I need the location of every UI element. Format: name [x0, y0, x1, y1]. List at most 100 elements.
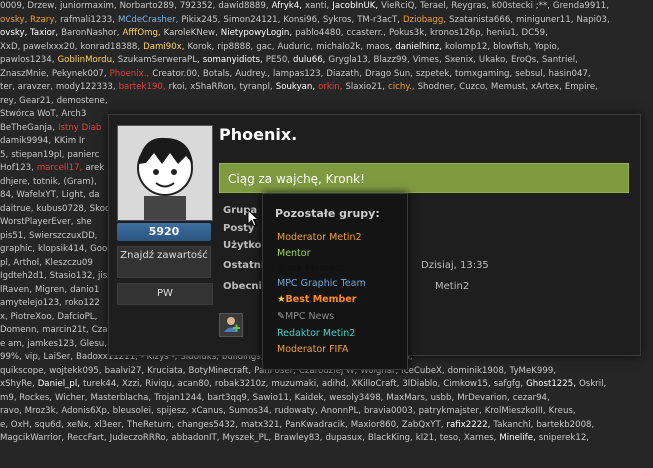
user-link[interactable]: kolomp12, [445, 42, 490, 52]
user-link[interactable]: klopsik414, [38, 244, 87, 254]
user-link[interactable]: Brawley83, [274, 433, 322, 443]
user-link[interactable]: ravo, Mroz3k, [0, 406, 58, 416]
user-link[interactable]: lRaven, [0, 285, 32, 295]
user-link[interactable]: ter, aravzer, [0, 82, 53, 92]
private-message-button[interactable]: PW [117, 283, 213, 305]
user-link[interactable]: Pikix245, [181, 15, 220, 25]
user-link[interactable]: somanyidiots, [203, 55, 263, 65]
user-link[interactable]: rudowaty, [275, 406, 318, 416]
user-link[interactable]: Wicher, [55, 393, 87, 403]
user-link[interactable]: changes5432, [177, 420, 238, 430]
user-link[interactable]: bart3qq9, [207, 393, 249, 403]
user-link[interactable]: 99%, [0, 352, 22, 362]
user-link[interactable]: bravia0003, [364, 406, 416, 416]
user-link[interactable]: Xzzi, [122, 379, 142, 389]
user-link[interactable]: damik9994, [0, 136, 51, 146]
user-link[interactable]: Botals, [203, 69, 232, 79]
user-link[interactable]: dupasux, [325, 433, 364, 443]
user-link[interactable]: VieRciQ, [381, 1, 417, 11]
user-link[interactable]: totnik, [33, 177, 61, 187]
user-link[interactable]: Hof123, [0, 163, 34, 173]
user-link[interactable]: patrykmajster, [419, 406, 482, 416]
user-link[interactable]: squ6d, [35, 420, 64, 430]
user-link[interactable]: pablo4480, [295, 28, 343, 38]
user-link[interactable]: Adonis6Xp, [61, 406, 109, 416]
user-link[interactable]: pawlos1234, [0, 55, 54, 65]
user-link[interactable]: JudeczoRRRo, [110, 433, 169, 443]
user-link[interactable]: cichy., [388, 82, 415, 92]
user-link[interactable]: ZnaszMnie, [0, 69, 49, 79]
user-link[interactable]: Kleszczu09 [45, 258, 93, 268]
user-link[interactable]: Cza [92, 325, 108, 335]
user-link[interactable]: 84, WafelxYT, [0, 190, 59, 200]
user-link[interactable]: Terael, [420, 1, 448, 11]
user-link[interactable]: Empire, [565, 82, 598, 92]
user-link[interactable]: ovsky, Taxior, [0, 28, 58, 38]
user-link[interactable]: Takanchi, [493, 420, 533, 430]
user-link[interactable]: Kruciata, [147, 366, 185, 376]
user-link[interactable]: mody122333, [56, 82, 116, 92]
user-link[interactable]: spijesz, [157, 406, 189, 416]
user-link[interactable]: Shodner, [418, 82, 457, 92]
user-link[interactable]: Light, [62, 190, 86, 200]
user-link[interactable]: SzukamSerweraPL, [118, 55, 200, 65]
user-link[interactable]: Soukyan, [276, 82, 315, 92]
user-link[interactable]: MrDevarion, [457, 393, 510, 403]
user-link[interactable]: KaroleKNew, [164, 28, 218, 38]
user-link[interactable]: BaronNashor, [61, 28, 119, 38]
user-link[interactable]: (Gram), [64, 177, 97, 187]
avatar[interactable] [117, 125, 213, 221]
user-link[interactable]: wojtekk095, [49, 366, 101, 376]
user-link[interactable]: WorstPlayerEver, [0, 217, 73, 227]
user-link[interactable]: m9, Rockes, [0, 393, 52, 403]
user-link[interactable]: ReccFart, [67, 433, 106, 443]
user-link[interactable]: Cuzco, [459, 82, 488, 92]
user-link[interactable]: maos, [366, 42, 392, 52]
user-link[interactable]: XxD, pawelxxx20, [0, 42, 77, 52]
user-link[interactable]: Masterblacha, [90, 393, 151, 403]
user-link[interactable]: Drago Sun, [365, 69, 413, 79]
user-link[interactable]: usbb, [431, 393, 455, 403]
user-link[interactable]: Memust, [491, 82, 528, 92]
user-link[interactable]: roko122 [65, 298, 100, 308]
user-link[interactable]: Norbarto289, [120, 1, 177, 11]
user-link[interactable]: bartek190, [119, 82, 166, 92]
user-link[interactable]: KrolMieszkoIII, [485, 406, 546, 416]
user-link[interactable]: Sawio11, [253, 393, 292, 403]
user-link[interactable]: xeNx, [67, 420, 91, 430]
user-link[interactable]: dawid8889, [218, 1, 268, 11]
user-link[interactable]: Migren, [35, 285, 67, 295]
user-link[interactable]: Napi03, [576, 15, 609, 25]
user-link[interactable]: tomxgaming, [455, 69, 512, 79]
user-link[interactable]: Riviqu, [145, 379, 174, 389]
user-link[interactable]: dhjere, [0, 177, 30, 187]
user-link[interactable]: SwierszczuxDD, [29, 231, 97, 241]
user-link[interactable]: ZabQxYT, [402, 420, 444, 430]
user-link[interactable]: 792352, [180, 1, 216, 11]
profile-username[interactable]: Phoenix. [219, 125, 297, 144]
user-link[interactable]: xCanus, [191, 406, 225, 416]
user-link[interactable]: BeTheGanja, [0, 123, 55, 133]
user-link[interactable]: Cimkow15, [443, 379, 490, 389]
user-link[interactable]: Yopio, [534, 42, 559, 52]
find-content-button[interactable]: Znajdź zawartość [117, 246, 211, 278]
user-link[interactable]: sebsul, [515, 69, 545, 79]
user-link[interactable]: xanti, [305, 1, 329, 11]
user-link[interactable]: PE50, [266, 55, 290, 65]
user-link[interactable]: bleusolei, [113, 406, 154, 416]
user-link[interactable]: Skoc [90, 204, 110, 214]
user-link[interactable]: 3lDiablo, [402, 379, 440, 389]
user-link[interactable]: wesoly3498, [329, 393, 383, 403]
user-link[interactable]: blowfish, [493, 42, 531, 52]
user-link[interactable]: KKim Ir [54, 136, 85, 146]
user-link[interactable]: demostene, [57, 96, 108, 106]
user-link[interactable]: Sxenix, [445, 55, 476, 65]
user-link[interactable]: Creator.00, [152, 69, 200, 79]
user-link[interactable]: GoblinMordu, [57, 55, 114, 65]
user-link[interactable]: e, OxH, [0, 420, 32, 430]
user-link[interactable]: Simon24121, [223, 15, 280, 25]
user-link[interactable]: Minelife, [499, 433, 535, 443]
user-link[interactable]: kubus0728, [36, 204, 86, 214]
user-link[interactable]: Konsi96, [283, 15, 319, 25]
user-link[interactable]: Sykros, [323, 15, 354, 25]
